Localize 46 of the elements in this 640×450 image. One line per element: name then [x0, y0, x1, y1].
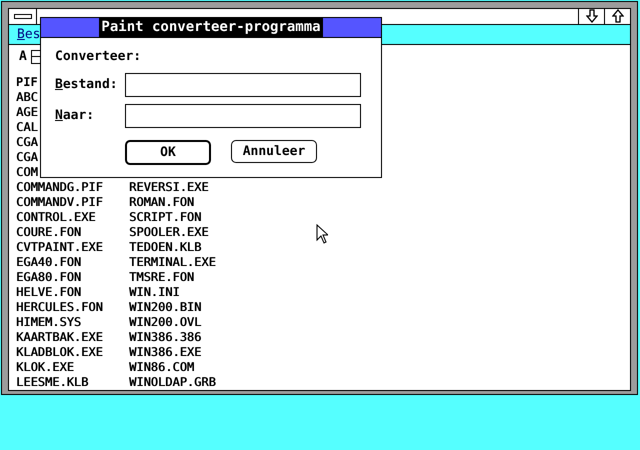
- dialog-heading: Converteer:: [55, 48, 142, 65]
- file-name[interactable]: WIN200.OVL: [129, 315, 202, 329]
- file-name[interactable]: SPOOLER.EXE: [129, 225, 208, 239]
- file-name[interactable]: HELVE.FON: [16, 285, 82, 299]
- file-name[interactable]: CGA: [16, 150, 38, 164]
- file-name[interactable]: AGE: [16, 105, 38, 119]
- field-label: Naar:: [55, 107, 96, 126]
- file-name[interactable]: ROMAN.FON: [129, 195, 194, 209]
- file-name[interactable]: WIN.INI: [129, 285, 180, 299]
- file-name[interactable]: CVTPAINT.EXE: [16, 240, 103, 254]
- file-name[interactable]: EGA40.FON: [16, 255, 82, 269]
- dialog-title: Paint converteer-programma: [99, 18, 323, 37]
- file-name[interactable]: SCRIPT.FON: [129, 210, 202, 224]
- mouse-pointer-icon: [316, 224, 328, 244]
- file-name[interactable]: HIMEM.SYS: [16, 315, 82, 329]
- file-name[interactable]: KLOK.EXE: [16, 360, 74, 374]
- file-name[interactable]: LEESME.KLB: [16, 375, 88, 389]
- file-name[interactable]: EGA80.FON: [16, 270, 82, 284]
- file-name[interactable]: KAARTBAK.EXE: [16, 330, 103, 344]
- path-label: PIF: [16, 75, 38, 89]
- file-name[interactable]: TMSRE.FON: [129, 270, 194, 284]
- file-name[interactable]: WIN386.386: [129, 330, 202, 344]
- file-name[interactable]: CAL: [16, 120, 38, 134]
- menu-item[interactable]: Bes: [17, 24, 40, 44]
- dialog-button[interactable]: OK: [125, 140, 211, 165]
- file-name[interactable]: WIN86.COM: [129, 360, 194, 374]
- file-name[interactable]: WINOLDAP.GRB: [129, 375, 216, 389]
- file-name[interactable]: KLADBLOK.EXE: [16, 345, 103, 359]
- file-name[interactable]: CGA: [16, 135, 38, 149]
- file-name[interactable]: TERMINAL.EXE: [129, 255, 216, 269]
- file-name[interactable]: COURE.FON: [16, 225, 82, 239]
- file-name[interactable]: COMMANDG.PIF: [16, 180, 103, 194]
- field-label: Bestand:: [55, 76, 119, 94]
- file-name[interactable]: WIN386.EXE: [129, 345, 202, 359]
- file-name[interactable]: CONTROL.EXE: [16, 210, 96, 224]
- file-name[interactable]: COM: [16, 165, 38, 179]
- file-name[interactable]: WIN200.BIN: [129, 300, 202, 314]
- input-field[interactable]: [125, 73, 361, 97]
- file-name[interactable]: ABC: [16, 90, 38, 104]
- file-name[interactable]: COMMANDV.PIF: [16, 195, 103, 209]
- input-field[interactable]: [125, 104, 361, 128]
- file-name[interactable]: HERCULES.FON: [16, 300, 103, 314]
- file-name[interactable]: REVERSI.EXE: [129, 180, 208, 194]
- file-name[interactable]: TEDOEN.KLB: [129, 240, 202, 254]
- drive-label: A: [19, 48, 27, 66]
- dialog-button[interactable]: Annuleer: [231, 140, 317, 163]
